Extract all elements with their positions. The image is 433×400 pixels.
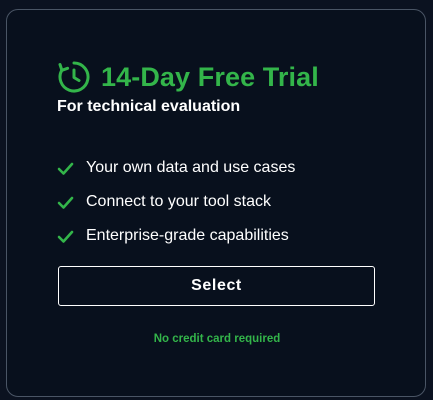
feature-label: Your own data and use cases — [86, 159, 296, 176]
check-icon — [57, 160, 74, 177]
clock-refresh-icon — [57, 60, 91, 94]
feature-item: Enterprise-grade capabilities — [57, 219, 295, 253]
feature-label: Enterprise-grade capabilities — [86, 227, 289, 244]
feature-label: Connect to your tool stack — [86, 193, 271, 210]
page: 14-Day Free Trial For technical evaluati… — [0, 0, 433, 400]
plan-subtitle: For technical evaluation — [57, 98, 241, 115]
select-button[interactable]: Select — [58, 266, 375, 306]
feature-item: Your own data and use cases — [57, 151, 295, 185]
check-icon — [57, 194, 74, 211]
check-icon — [57, 228, 74, 245]
feature-list: Your own data and use cases Connect to y… — [57, 151, 295, 253]
plan-title: 14-Day Free Trial — [101, 61, 319, 92]
plan-header: 14-Day Free Trial — [57, 60, 319, 94]
trial-plan-card: 14-Day Free Trial For technical evaluati… — [6, 9, 426, 397]
no-credit-card-note: No credit card required — [153, 333, 281, 345]
feature-item: Connect to your tool stack — [57, 185, 295, 219]
